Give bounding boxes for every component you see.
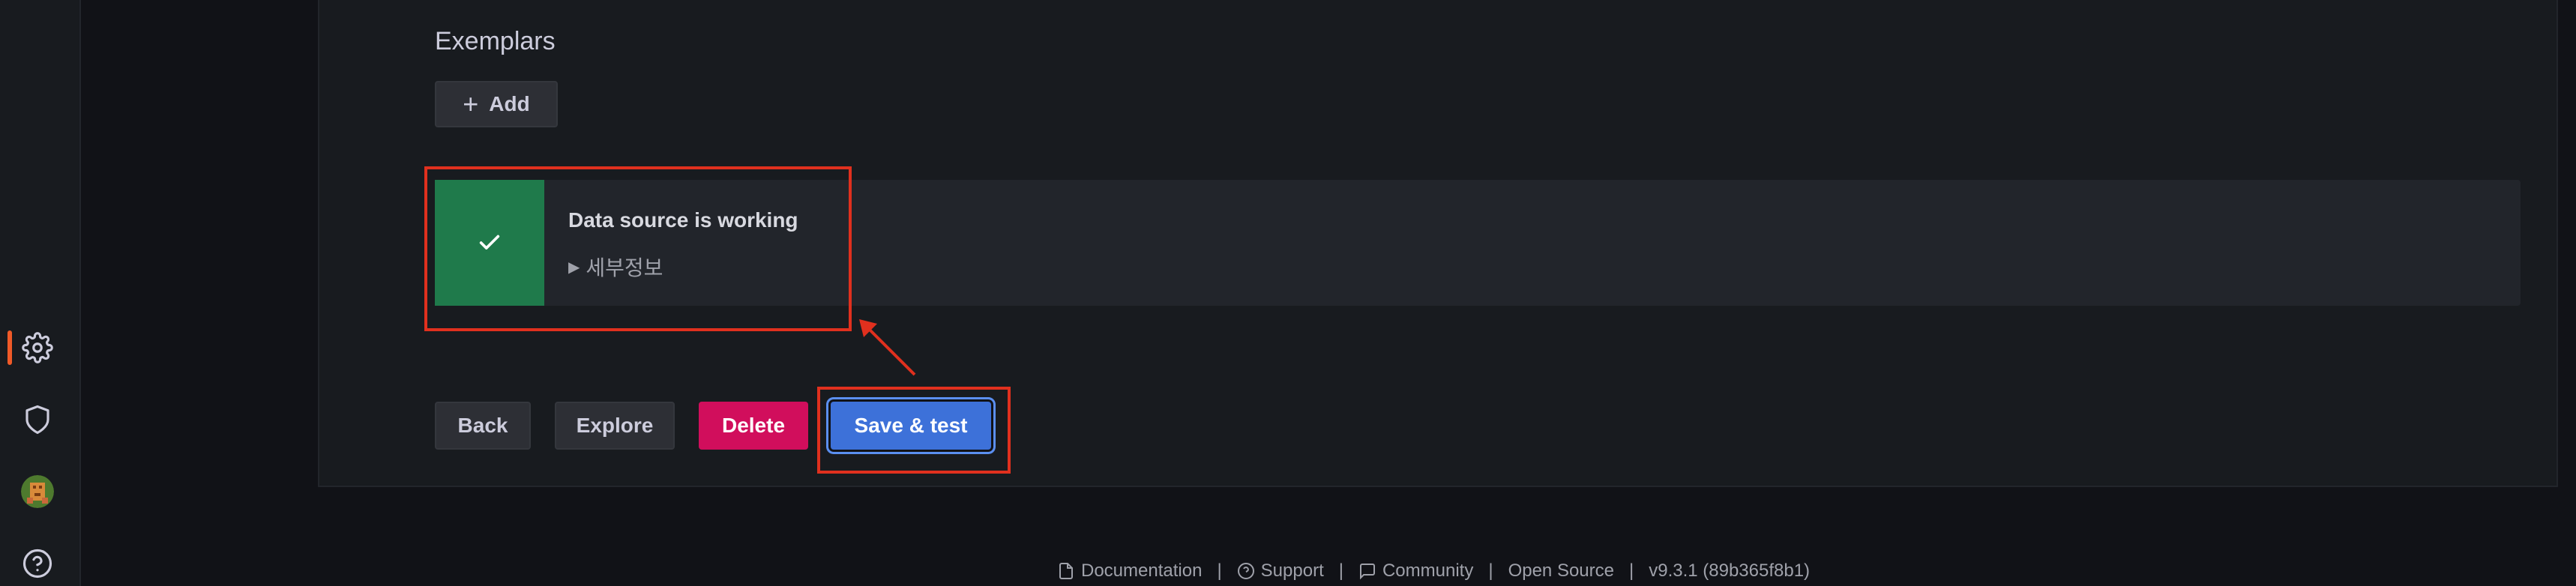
footer-separator: | [1338, 561, 1343, 581]
footer-separator: | [1217, 561, 1222, 581]
footer-documentation-link[interactable]: Documentation [1057, 561, 1202, 582]
footer-community-link[interactable]: Community [1358, 561, 1473, 582]
avatar[interactable] [21, 475, 54, 508]
support-label: Support [1260, 561, 1324, 581]
footer-support-link[interactable]: Support [1237, 561, 1324, 582]
footer-separator: | [1628, 561, 1634, 581]
document-icon [1059, 563, 1073, 579]
gear-icon[interactable] [19, 330, 55, 366]
annotation-arrow [859, 319, 916, 376]
footer: Documentation | Support | Community | Op… [1057, 561, 1810, 582]
footer-version: v9.3.1 (89b365f8b1) [1649, 561, 1810, 582]
question-circle-icon [1237, 563, 1254, 579]
active-indicator [7, 330, 12, 365]
delete-button[interactable]: Delete [699, 402, 808, 450]
footer-separator: | [1488, 561, 1493, 581]
plus-icon: + [463, 88, 479, 119]
add-label: Add [489, 92, 530, 115]
alert-highlight-box [424, 166, 852, 331]
exemplars-heading: Exemplars [435, 27, 556, 55]
sidebar [0, 0, 81, 586]
save-and-test-button[interactable]: Save & test [831, 402, 991, 450]
back-button[interactable]: Back [435, 402, 531, 450]
add-exemplar-button[interactable]: + Add [435, 81, 558, 127]
explore-button[interactable]: Explore [555, 402, 675, 450]
documentation-label: Documentation [1081, 561, 1203, 581]
community-label: Community [1382, 561, 1474, 581]
comments-icon [1359, 564, 1375, 580]
shield-icon[interactable] [19, 402, 55, 438]
help-icon[interactable] [19, 546, 55, 582]
version-label: v9.3.1 (89b365f8b1) [1649, 561, 1811, 581]
open-source-label: Open Source [1508, 561, 1614, 581]
footer-open-source-link[interactable]: Open Source [1508, 561, 1614, 582]
